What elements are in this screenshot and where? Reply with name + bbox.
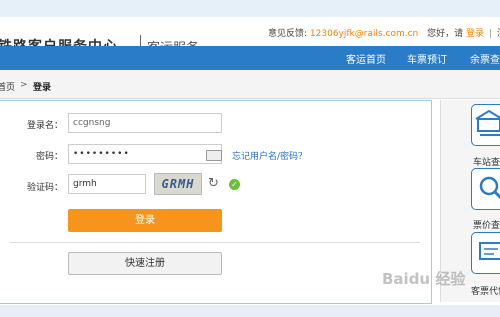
captcha-input[interactable]: grmh <box>68 174 146 194</box>
username-field[interactable]: ccgnsng <box>68 113 222 133</box>
greeting-text: 您好，请 <box>427 29 464 39</box>
top-links: 意见反馈: 12306yjfk@rails.com.cn 您好，请 登录 | 注 <box>268 26 500 39</box>
bottom-strip <box>0 305 500 317</box>
sidebar-item-agent[interactable] <box>471 232 500 274</box>
nav-item-home[interactable]: 客运首页 <box>346 51 386 66</box>
sidebar-item-fare[interactable] <box>471 168 500 210</box>
refresh-icon[interactable]: ↻ <box>208 176 219 191</box>
top-strip <box>0 0 500 17</box>
feedback-label: 意见反馈: <box>268 29 308 39</box>
sidebar-label-agent: 客票代售 <box>471 287 500 297</box>
search-icon <box>479 176 500 200</box>
captcha-image[interactable]: GRMH <box>154 173 202 195</box>
breadcrumb-arrow: > <box>20 80 28 90</box>
breadcrumb-bar <box>0 70 500 99</box>
station-icon <box>475 109 500 136</box>
header-separator: | <box>488 29 492 39</box>
feedback-email-link[interactable]: 12306yjfk@rails.com.cn <box>310 29 418 39</box>
login-button[interactable]: 登录 <box>68 209 222 232</box>
password-field[interactable]: ••••••••• <box>68 144 222 164</box>
password-label: 密码： <box>35 152 63 162</box>
captcha-label: 验证码： <box>26 183 63 193</box>
form-divider <box>10 242 420 243</box>
ticket-agent-icon <box>479 242 500 260</box>
quick-register-button[interactable]: 快速注册 <box>68 252 222 275</box>
breadcrumb-home[interactable]: 首页 <box>0 80 15 93</box>
nav-item-remaining-tickets[interactable]: 余票查 <box>470 51 500 66</box>
breadcrumb-current: 登录 <box>33 83 52 93</box>
check-icon: ✓ <box>229 179 240 190</box>
keyboard-icon[interactable] <box>206 150 222 161</box>
header-login-link[interactable]: 登录 <box>466 29 484 39</box>
username-label: 登录名： <box>26 121 63 131</box>
sidebar-item-station[interactable] <box>471 104 500 146</box>
main-nav: 客运首页 车票预订 余票查 <box>0 46 500 70</box>
sidebar-label-fare: 票价查 <box>473 221 500 231</box>
watermark: Baidu 经验 <box>382 270 466 288</box>
nav-item-booking[interactable]: 车票预订 <box>407 51 447 66</box>
forgot-password-link[interactable]: 忘记用户名/密码？ <box>232 149 307 162</box>
sidebar-label-station: 车站查 <box>473 158 500 168</box>
